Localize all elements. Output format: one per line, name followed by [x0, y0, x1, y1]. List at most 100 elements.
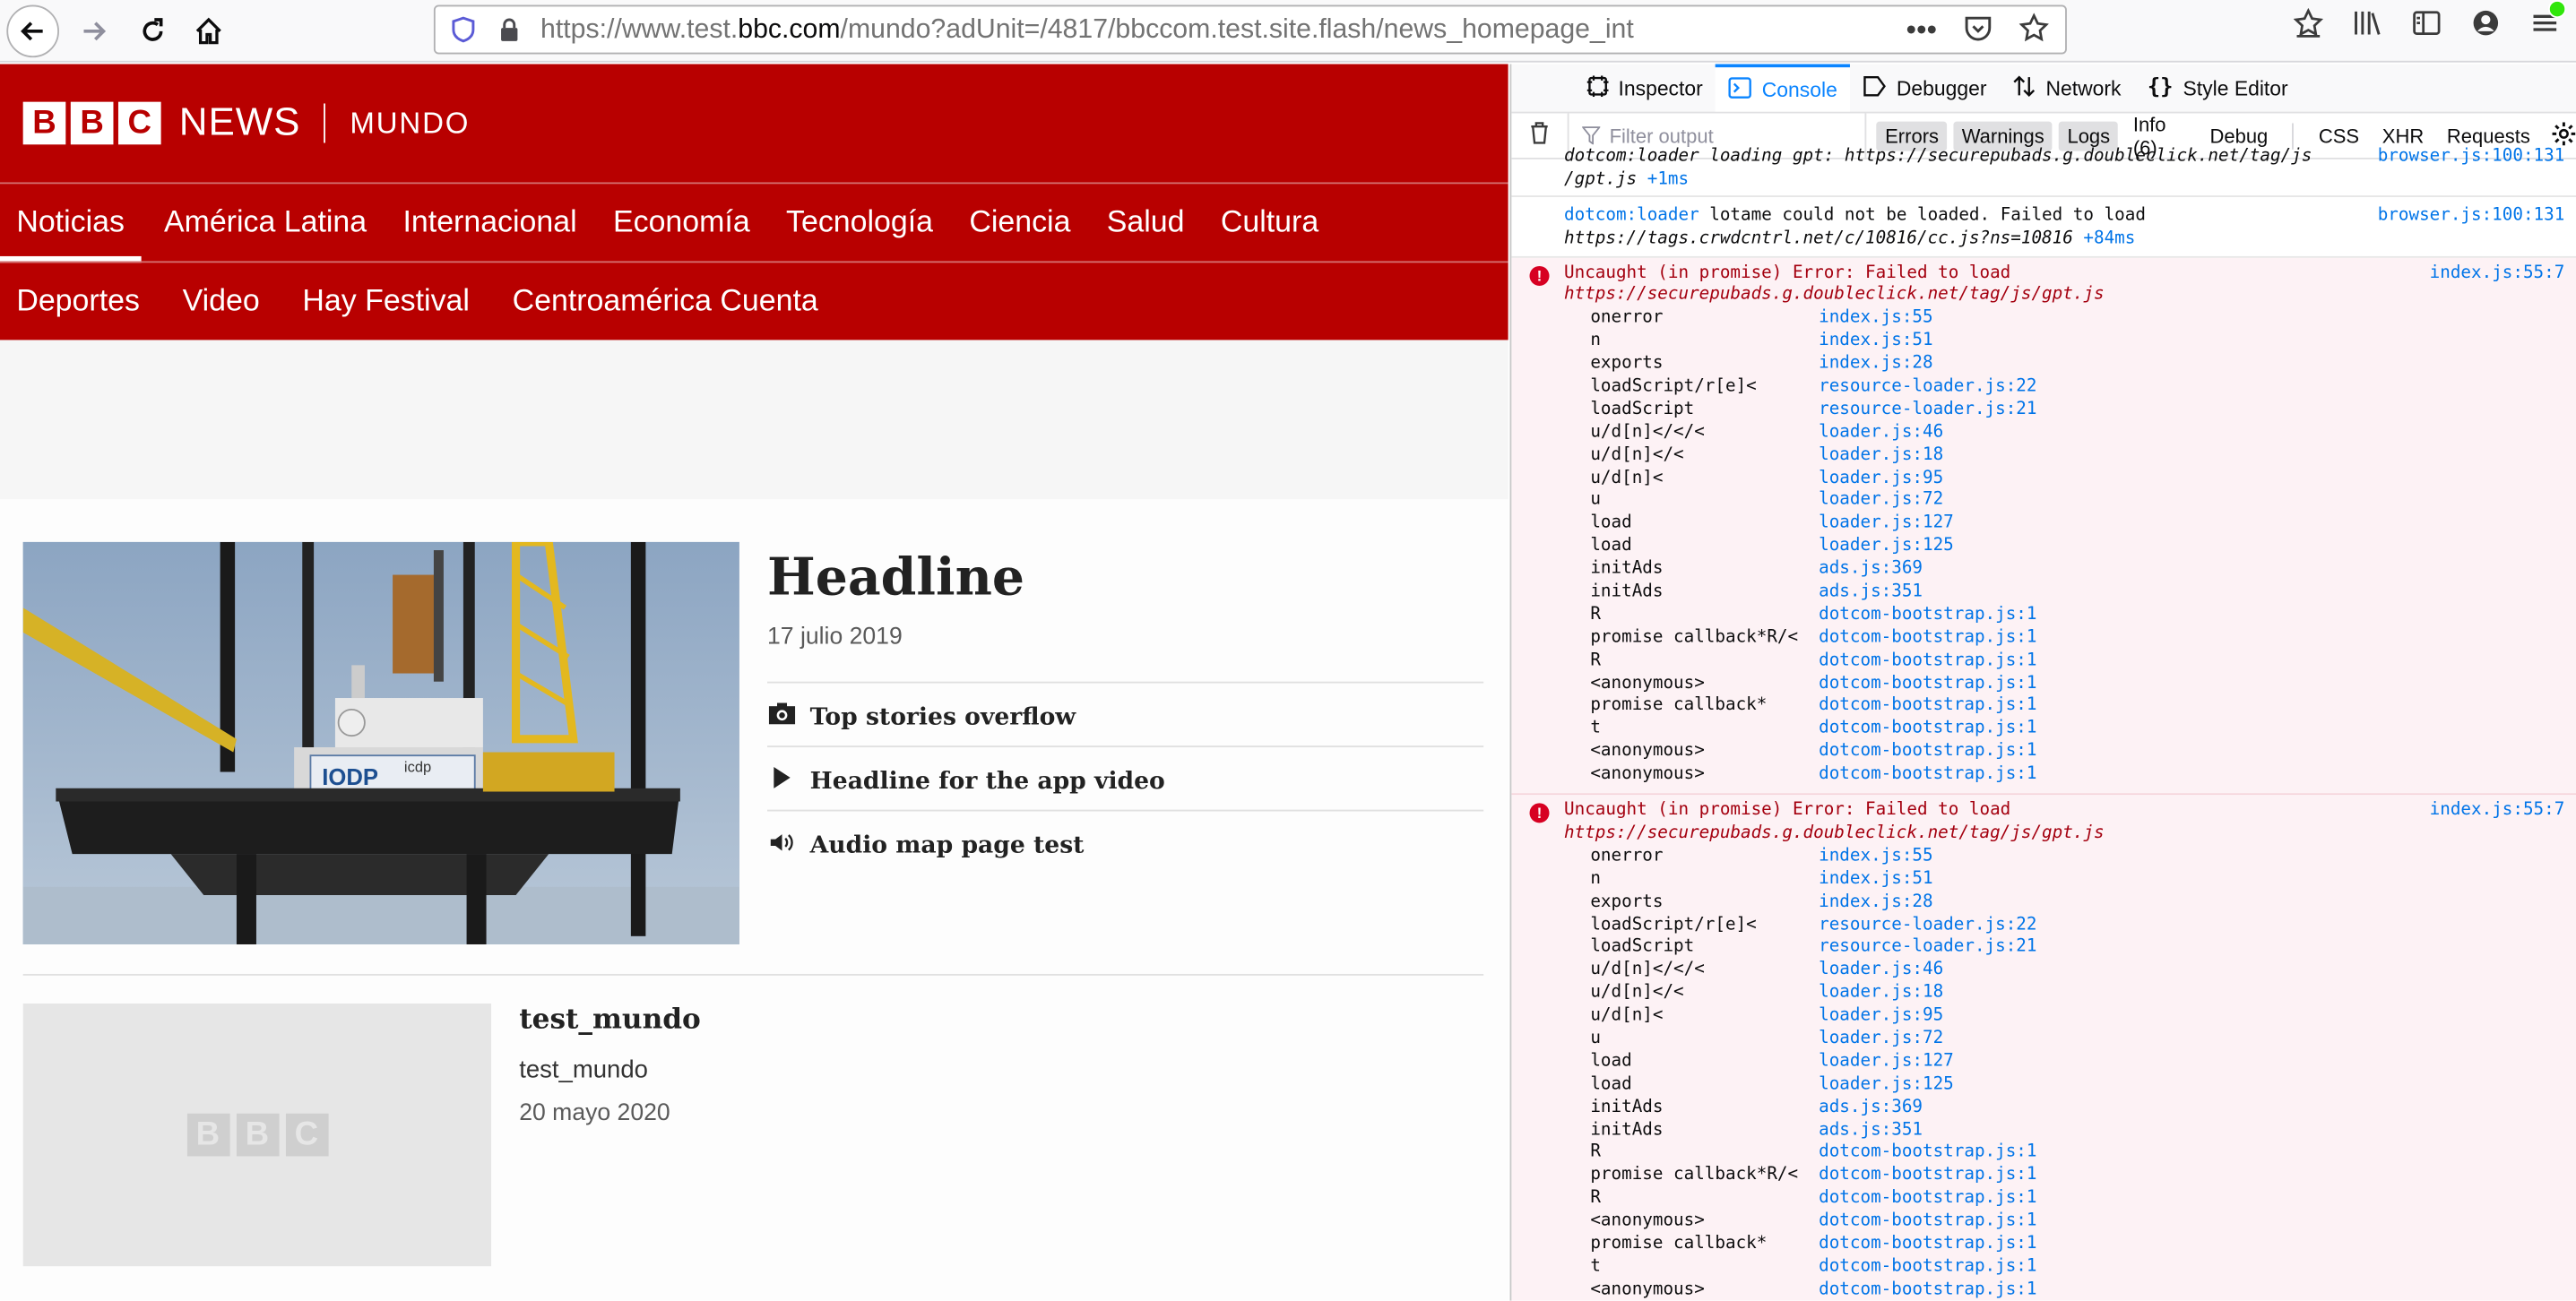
error-source-link[interactable]: index.js:55:7 — [2430, 262, 2565, 284]
story-link[interactable]: Audio map page test — [767, 831, 1084, 859]
home-button[interactable] — [184, 5, 233, 55]
menu-button[interactable] — [2530, 0, 2567, 38]
stack-frame-location[interactable]: dotcom-bootstrap.js:1 — [1819, 604, 2036, 626]
stack-frame-location[interactable]: loader.js:95 — [1819, 468, 1943, 490]
stack-frame-location[interactable]: loader.js:72 — [1819, 1028, 1943, 1050]
error-source-link[interactable]: index.js:55:7 — [2430, 800, 2565, 823]
stack-frame-location[interactable]: dotcom-bootstrap.js:1 — [1819, 695, 2036, 718]
stack-frame-location[interactable]: dotcom-bootstrap.js:1 — [1819, 1165, 2036, 1187]
stack-frame-location[interactable]: resource-loader.js:22 — [1819, 914, 2036, 936]
stack-frame-location[interactable]: loader.js:18 — [1819, 982, 1943, 1004]
log-prefix: dotcom:loader — [1564, 204, 1699, 225]
tab-console[interactable]: Console — [1716, 64, 1851, 112]
stack-frame-location[interactable]: loader.js:18 — [1819, 444, 1943, 467]
stack-frame-location[interactable]: dotcom-bootstrap.js:1 — [1819, 650, 2036, 672]
nav-item-centroamerica-cuenta[interactable]: Centroamérica Cuenta — [496, 282, 834, 341]
stack-frame-location[interactable]: loader.js:95 — [1819, 1005, 1943, 1028]
tab-inspector[interactable]: Inspector — [1574, 64, 1716, 111]
stack-frame-location[interactable]: loader.js:46 — [1819, 960, 1943, 982]
stack-frame-location[interactable]: index.js:55 — [1819, 846, 1932, 868]
stack-frame-location[interactable]: dotcom-bootstrap.js:1 — [1819, 764, 2036, 787]
stack-frame-function: <anonymous> — [1590, 1279, 1705, 1299]
clear-console-button[interactable] — [1511, 122, 1567, 150]
stack-frame-location[interactable]: ads.js:351 — [1819, 1119, 1923, 1142]
nav-item-economia[interactable]: Economía — [597, 203, 766, 263]
log-line: dotcom:loader lotame could not be loaded… — [1511, 205, 2576, 228]
nav-item-salud[interactable]: Salud — [1090, 203, 1200, 263]
stack-frame-location[interactable]: index.js:51 — [1819, 331, 1932, 353]
stack-frame-location[interactable]: loader.js:127 — [1819, 513, 1954, 536]
page-actions-icon[interactable]: ••• — [1906, 13, 1937, 47]
nav-item-noticias[interactable]: Noticias — [0, 203, 141, 263]
tab-network[interactable]: Network — [2000, 64, 2134, 111]
account-icon[interactable] — [2471, 8, 2501, 38]
stack-frame-location[interactable]: resource-loader.js:22 — [1819, 376, 2036, 399]
stack-frame-location[interactable]: index.js:28 — [1819, 892, 1932, 914]
story-link[interactable]: Top stories overflow — [767, 702, 1076, 731]
nav-item-cultura[interactable]: Cultura — [1205, 203, 1336, 263]
forward-button[interactable] — [69, 5, 118, 55]
story-link[interactable]: Headline for the app video — [767, 767, 1165, 795]
tab-debugger[interactable]: Debugger — [1851, 64, 2001, 111]
nav-item-tecnologia[interactable]: Tecnología — [770, 203, 950, 263]
stack-frame-location[interactable]: dotcom-bootstrap.js:1 — [1819, 1256, 2036, 1279]
stack-frame-location[interactable]: loader.js:127 — [1819, 1051, 1954, 1073]
reload-button[interactable] — [128, 5, 177, 55]
address-bar[interactable]: https://www.test.bbc.com/mundo?adUnit=/4… — [433, 4, 2067, 55]
log-time: +84ms — [2083, 228, 2136, 248]
bookmark-star-icon[interactable] — [2018, 13, 2049, 43]
nav-item-deportes[interactable]: Deportes — [0, 282, 156, 341]
stack-frame-location[interactable]: dotcom-bootstrap.js:1 — [1819, 673, 2036, 695]
stack-frame-function: u/d[n]</</< — [1590, 421, 1705, 442]
library-icon[interactable] — [2353, 8, 2382, 38]
log-source-link[interactable]: browser.js:100:131 — [2378, 205, 2565, 228]
back-button[interactable] — [6, 4, 59, 57]
headline-image[interactable]: IODP icdp — [22, 541, 739, 944]
console-log-message: dotcom:loader loading gpt: https://secur… — [1511, 146, 2576, 197]
stack-frame-location[interactable]: loader.js:125 — [1819, 536, 1954, 558]
stack-frame-function: initAds — [1590, 558, 1664, 579]
stack-frame-location[interactable]: dotcom-bootstrap.js:1 — [1819, 1142, 2036, 1165]
stack-frame-location[interactable]: resource-loader.js:21 — [1819, 937, 2036, 960]
nav-item-america-latina[interactable]: América Latina — [148, 203, 384, 263]
stack-frame: t dotcom-bootstrap.js:1 — [1590, 1256, 2576, 1279]
stack-frame-location[interactable]: dotcom-bootstrap.js:1 — [1819, 627, 2036, 650]
nav-item-ciencia[interactable]: Ciencia — [953, 203, 1087, 263]
stack-frame-location[interactable]: loader.js:125 — [1819, 1073, 1954, 1096]
stack-frame-location[interactable]: dotcom-bootstrap.js:1 — [1819, 1234, 2036, 1256]
stack-frame-function: load — [1590, 536, 1632, 556]
error-line: Uncaught (in promise) Error: Failed to l… — [1511, 262, 2576, 284]
banner-text-2: icdp — [404, 760, 431, 776]
pocket-icon[interactable] — [1963, 13, 1993, 43]
stack-frame-location[interactable]: index.js:28 — [1819, 353, 1932, 375]
reading-list-star-icon[interactable] — [2293, 8, 2323, 38]
stack-frame-location[interactable]: dotcom-bootstrap.js:1 — [1819, 719, 2036, 741]
stack-frame-location[interactable]: ads.js:369 — [1819, 558, 1923, 581]
stack-frame-location[interactable]: loader.js:72 — [1819, 490, 1943, 513]
headline-title[interactable]: Headline — [767, 548, 1024, 607]
stack-frame-location[interactable]: ads.js:369 — [1819, 1097, 1923, 1119]
stack-frame-location[interactable]: resource-loader.js:21 — [1819, 399, 2036, 421]
log-source-link[interactable]: browser.js:100:131 — [2378, 146, 2565, 168]
story-thumbnail-placeholder[interactable]: B B C — [22, 1003, 492, 1267]
stack-frame-location[interactable]: loader.js:46 — [1819, 422, 1943, 444]
stack-frame-location[interactable]: ads.js:351 — [1819, 582, 1923, 604]
log-text: dotcom:loader loading gpt: https://secur… — [1564, 146, 2312, 167]
stack-frame-location[interactable]: dotcom-bootstrap.js:1 — [1819, 1279, 2036, 1300]
error-url[interactable]: https://securepubads.g.doubleclick.net/t… — [1564, 823, 2105, 842]
nav-item-hay-festival[interactable]: Hay Festival — [286, 282, 486, 341]
nav-item-video[interactable]: Video — [166, 282, 276, 341]
stack-frame-location[interactable]: dotcom-bootstrap.js:1 — [1819, 1211, 2036, 1233]
sidebar-icon[interactable] — [2412, 8, 2442, 38]
stack-frame-location[interactable]: dotcom-bootstrap.js:1 — [1819, 741, 2036, 763]
story2-title[interactable]: test_mundo — [519, 1004, 701, 1037]
stack-frame-location[interactable]: index.js:51 — [1819, 868, 1932, 891]
stack-frame-function: initAds — [1590, 581, 1664, 601]
tab-style-editor[interactable]: {} Style Editor — [2134, 64, 2301, 111]
stack-frame-location[interactable]: dotcom-bootstrap.js:1 — [1819, 1188, 2036, 1211]
bbc-news-mundo-logo[interactable]: B B C NEWS MUNDO — [22, 100, 471, 146]
nav-item-internacional[interactable]: Internacional — [386, 203, 593, 263]
bbc-page: B B C NEWS MUNDO Noticias América Latina… — [0, 64, 1508, 1301]
stack-frame-location[interactable]: index.js:55 — [1819, 307, 1932, 330]
error-url[interactable]: https://securepubads.g.doubleclick.net/t… — [1564, 285, 2105, 305]
